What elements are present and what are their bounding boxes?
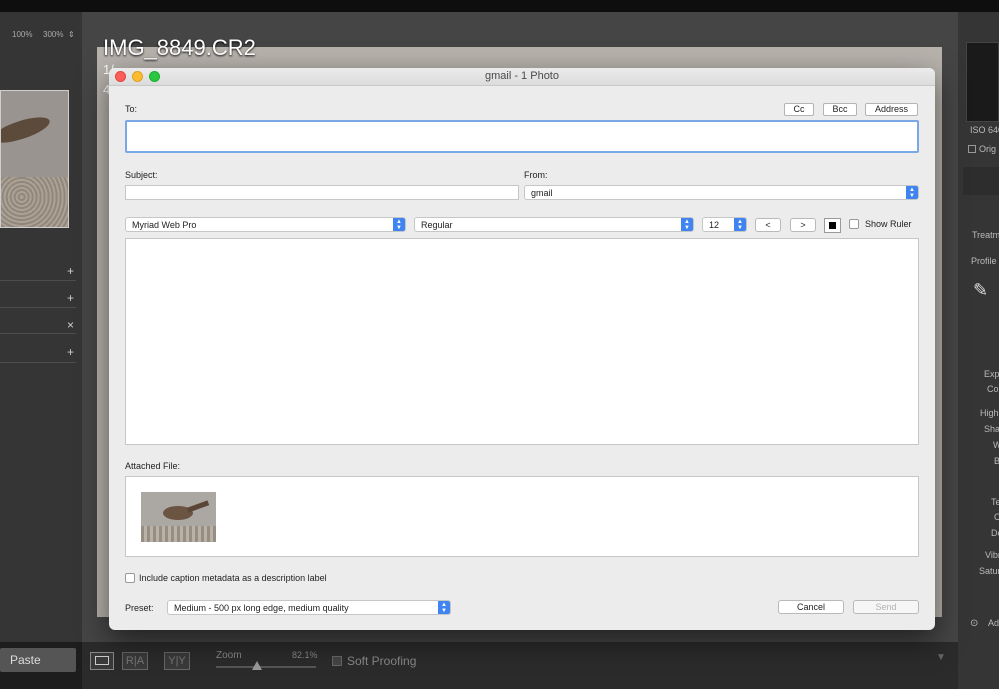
from-select-stepper-icon: ▲ ▼ <box>906 186 918 199</box>
profile-label: Profile : <box>971 256 999 266</box>
iso-readout: ISO 640 <box>970 125 999 135</box>
original-checkbox <box>968 145 976 153</box>
add-snapshot-icon[interactable]: + <box>67 291 74 305</box>
top-menu-bar <box>0 0 999 12</box>
shadows-label: Shad <box>984 424 999 434</box>
zoom-label: Zoom <box>216 650 242 661</box>
whites-label: W <box>993 440 999 450</box>
address-button[interactable]: Address <box>865 103 918 116</box>
subject-label: Subject: <box>125 170 158 180</box>
email-dialog: gmail - 1 Photo To: Cc Bcc Address Subje… <box>109 68 935 630</box>
zoom-value: 82.1% <box>292 650 318 660</box>
navigator-preview[interactable] <box>0 90 69 228</box>
loupe-view-button[interactable] <box>90 652 114 670</box>
font-family-select[interactable]: Myriad Web Pro ▲ ▼ <box>125 217 406 232</box>
loupe-view-icon <box>95 656 109 665</box>
font-size-stepper-icon: ▲ ▼ <box>734 218 746 231</box>
zoom-slider[interactable] <box>216 666 316 668</box>
preset-value: Medium - 500 px long edge, medium qualit… <box>174 603 349 613</box>
font-style-value: Regular <box>421 220 453 230</box>
from-select[interactable]: gmail ▲ ▼ <box>524 185 919 200</box>
font-family-stepper-icon: ▲ ▼ <box>393 218 405 231</box>
subject-field[interactable] <box>125 185 519 200</box>
show-ruler-label: Show Ruler <box>865 219 912 229</box>
exposure-label: Expo <box>984 369 999 379</box>
dialog-titlebar: gmail - 1 Photo <box>109 68 935 86</box>
zoom-stepper-icon[interactable]: ⇕ <box>68 30 75 39</box>
attached-file-label: Attached File: <box>125 461 181 471</box>
original-photo-toggle[interactable]: Orig <box>968 144 996 154</box>
texture-label: Te <box>991 497 999 507</box>
before-after-yy-button[interactable]: Y|Y <box>164 652 190 670</box>
blacks-label: B <box>994 456 999 466</box>
treatment-label: Treatm <box>972 230 999 240</box>
dehaze-label: De <box>991 528 999 538</box>
dialog-title: gmail - 1 Photo <box>485 70 559 82</box>
eyedropper-icon[interactable]: ✎ <box>973 280 988 301</box>
preset-select[interactable]: Medium - 500 px long edge, medium qualit… <box>167 600 451 615</box>
clear-history-icon[interactable]: × <box>67 318 74 332</box>
vibrance-label: Vibr <box>985 550 999 560</box>
histogram <box>966 42 999 122</box>
cancel-button[interactable]: Cancel <box>778 600 844 614</box>
photo-filename: IMG_8849.CR2 <box>103 35 256 60</box>
right-panel: ISO 640 Orig Treatm Profile : ✎ Expo Con… <box>958 12 999 689</box>
font-style-select[interactable]: Regular ▲ ▼ <box>414 217 694 232</box>
from-label: From: <box>524 170 548 180</box>
radio-icon[interactable]: ⊙ <box>970 618 978 629</box>
navigator-zoom-row: 100% 300% ⇕ <box>0 30 82 44</box>
paste-button[interactable]: Paste <box>0 648 76 672</box>
bcc-button[interactable]: Bcc <box>823 103 857 116</box>
add-preset-icon[interactable]: + <box>67 264 74 278</box>
add-collection-icon[interactable]: + <box>67 345 74 359</box>
zoom-300-option[interactable]: 300% <box>43 30 63 39</box>
bottom-toolbar: R|A Y|Y Zoom 82.1% Soft Proofing ▼ <box>82 642 958 689</box>
include-caption-checkbox[interactable] <box>125 573 135 583</box>
send-button[interactable]: Send <box>853 600 919 614</box>
toolbar-menu-icon[interactable]: ▼ <box>932 652 950 670</box>
align-right-button[interactable]: > <box>790 218 816 232</box>
font-style-stepper-icon: ▲ ▼ <box>681 218 693 231</box>
tool-strip[interactable] <box>963 167 999 195</box>
font-size-select[interactable]: 12 ▲ ▼ <box>702 217 747 232</box>
align-left-button[interactable]: < <box>755 218 781 232</box>
soft-proofing-label: Soft Proofing <box>347 654 417 668</box>
font-size-value: 12 <box>709 220 720 230</box>
font-family-value: Myriad Web Pro <box>132 220 197 230</box>
zoom-slider-thumb[interactable] <box>252 661 262 670</box>
zoom-100-option[interactable]: 100% <box>12 30 32 39</box>
left-panel: 100% 300% ⇕ + + × + <box>0 12 82 642</box>
soft-proofing-checkbox[interactable] <box>332 656 342 666</box>
message-body[interactable] <box>125 238 919 445</box>
from-select-value: gmail <box>531 188 553 198</box>
clarity-label: C <box>994 512 999 522</box>
saturation-label: Satur <box>979 566 999 576</box>
include-caption-label: Include caption metadata as a descriptio… <box>139 573 327 583</box>
show-ruler-checkbox[interactable] <box>849 219 859 229</box>
attached-file-area <box>125 476 919 557</box>
before-after-ra-button[interactable]: R|A <box>122 652 148 670</box>
to-label: To: <box>125 104 138 114</box>
lightroom-window: 100% 300% ⇕ + + × + Paste IMG_8849.CR2 1… <box>0 0 999 689</box>
highlights-label: High <box>980 408 999 418</box>
text-color-well[interactable] <box>824 218 841 233</box>
attachment-thumbnail[interactable] <box>141 492 216 542</box>
preset-stepper-icon: ▲ ▼ <box>438 601 450 614</box>
preset-label: Preset: <box>125 603 154 613</box>
cc-button[interactable]: Cc <box>784 103 814 116</box>
to-field[interactable] <box>125 120 919 153</box>
adjust-label: Ad <box>988 618 999 628</box>
contrast-label: Con <box>987 384 999 394</box>
